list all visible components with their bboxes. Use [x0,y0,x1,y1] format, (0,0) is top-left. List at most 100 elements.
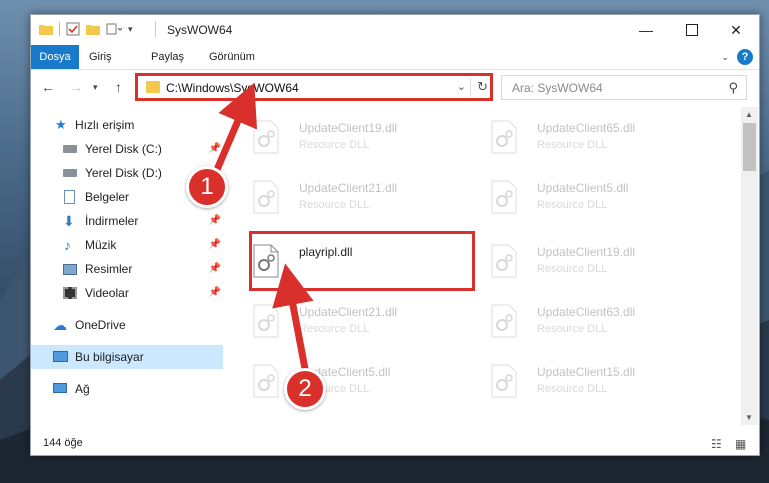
pin-icon[interactable]: 📌 [209,209,221,233]
search-input[interactable]: Ara: SysWOW64 ⚲ [501,75,747,100]
back-arrow-icon[interactable]: ← [41,79,55,95]
pin-icon[interactable]: 📌 [209,257,221,281]
up-arrow-icon[interactable]: ↑ [115,79,122,95]
drive-icon [63,145,77,153]
step-callout-2: 2 [284,368,326,410]
file-description: Resource DLL [299,323,370,335]
tab-file[interactable]: Dosya [31,45,79,69]
star-icon: ★ [55,117,67,132]
maximize-icon [686,24,698,36]
window-title: SysWOW64 [167,23,233,37]
refresh-icon[interactable]: ↻ [477,79,488,95]
file-description: Resource DLL [537,323,608,335]
file-description: Resource DLL [299,139,370,151]
quick-access-toolbar: ▾ [39,22,133,36]
maximize-button[interactable] [669,15,715,45]
status-bar: 144 öğe ☷ ▦ [31,433,759,455]
customize-icon[interactable] [106,22,122,36]
scroll-down-icon[interactable]: ▼ [745,413,753,422]
explorer-window: ▾ SysWOW64 — ✕ Dosya Giriş Paylaş Görünü… [30,14,760,456]
address-bar[interactable]: C:\Windows\SysWOW64 ⌄ ↻ [137,75,493,100]
nav-item-music[interactable]: ♪ Müzik 📌 [31,233,223,257]
file-description: Resource DLL [299,199,370,211]
pin-icon[interactable]: 📌 [209,281,221,305]
nav-item-label: Videolar [85,286,129,300]
title-divider [155,21,156,37]
nav-item-label: Ağ [75,382,90,396]
nav-item-label: İndirmeler [85,214,139,228]
title-bar: ▾ SysWOW64 — ✕ [31,15,759,45]
nav-item-label: Hızlı erişim [75,118,135,132]
dll-file-icon [491,180,517,214]
folder-icon [39,25,53,35]
forward-arrow-icon[interactable]: → [69,79,83,95]
file-item[interactable]: UpdateClient19.dll Resource DLL [229,113,454,163]
drive-icon [63,169,77,177]
chevron-down-icon[interactable]: ▾ [128,24,133,35]
nav-item-network[interactable]: Ağ [31,377,223,401]
help-icon[interactable]: ? [737,49,753,65]
pictures-icon [63,264,77,275]
file-item[interactable]: UpdateClient21.dll Resource DLL [229,173,454,223]
nav-item-drive-c[interactable]: Yerel Disk (C:) 📌 [31,137,223,161]
file-item[interactable]: UpdateClient5.dll Resource DLL [229,357,454,407]
file-item[interactable]: UpdateClient15.dll Resource DLL [467,357,692,407]
pin-icon[interactable]: 📌 [209,233,221,257]
file-item[interactable]: UpdateClient21.dll Resource DLL [229,297,454,347]
videos-icon [63,287,77,299]
nav-item-this-pc[interactable]: Bu bilgisayar [31,345,223,369]
close-button[interactable]: ✕ [713,15,759,45]
tab-share[interactable]: Paylaş [141,45,194,69]
address-divider [470,78,471,97]
recent-dropdown-icon[interactable]: ▾ [93,82,98,93]
navigation-pane: ★ Hızlı erişim Yerel Disk (C:) 📌 Yerel D… [31,107,227,425]
nav-item-quick-access[interactable]: ★ Hızlı erişim [31,113,223,137]
file-name: UpdateClient21.dll [299,305,398,319]
step-callout-1: 1 [186,166,228,208]
cloud-icon: ☁ [53,317,67,333]
tab-view[interactable]: Görünüm [199,45,265,69]
file-description: Resource DLL [537,139,608,151]
file-name: UpdateClient19.dll [537,245,636,259]
tab-home[interactable]: Giriş [79,45,122,69]
nav-item-pictures[interactable]: Resimler 📌 [31,257,223,281]
nav-item-downloads[interactable]: ⬇ İndirmeler 📌 [31,209,223,233]
nav-item-label: Resimler [85,262,133,276]
file-name: UpdateClient21.dll [299,181,398,195]
dll-file-icon [491,364,517,398]
file-item[interactable]: UpdateClient5.dll Resource DLL [467,173,692,223]
scroll-thumb[interactable] [743,123,756,171]
minimize-button[interactable]: — [623,15,669,45]
network-icon [53,383,67,393]
nav-item-label: Belgeler [85,190,130,204]
file-description: Resource DLL [537,199,608,211]
tiles-view-icon[interactable]: ▦ [735,437,746,451]
file-name: playripl.dll [299,245,353,259]
file-item[interactable]: UpdateClient63.dll Resource DLL [467,297,692,347]
properties-icon[interactable] [66,22,80,36]
nav-item-onedrive[interactable]: ☁ OneDrive [31,313,223,337]
dll-file-icon [253,120,279,154]
new-folder-icon[interactable] [86,23,100,35]
toolbar-divider [59,22,60,36]
chevron-down-icon[interactable]: ⌄ [457,80,466,93]
item-count: 144 öğe [43,437,83,449]
file-name: UpdateClient19.dll [299,121,398,135]
file-item-playripl[interactable]: playripl.dll [229,237,454,287]
expand-ribbon-icon[interactable]: ⌄ [721,52,729,63]
file-item[interactable]: UpdateClient65.dll Resource DLL [467,113,692,163]
details-view-icon[interactable]: ☷ [711,437,722,451]
nav-item-label: Yerel Disk (C:) [85,142,162,156]
ribbon: Dosya Giriş Paylaş Görünüm ⌄ ? [31,45,759,70]
nav-item-label: Yerel Disk (D:) [85,166,162,180]
download-icon: ⬇ [63,213,75,229]
documents-icon [64,190,75,204]
file-item[interactable]: UpdateClient19.dll Resource DLL [467,237,692,287]
scroll-up-icon[interactable]: ▲ [745,110,753,119]
nav-item-videos[interactable]: Videolar 📌 [31,281,223,305]
minimize-icon: — [639,22,653,38]
file-name: UpdateClient15.dll [537,365,636,379]
dll-file-icon [253,180,279,214]
vertical-scrollbar[interactable]: ▲ ▼ [741,107,758,425]
pin-icon[interactable]: 📌 [209,137,221,161]
